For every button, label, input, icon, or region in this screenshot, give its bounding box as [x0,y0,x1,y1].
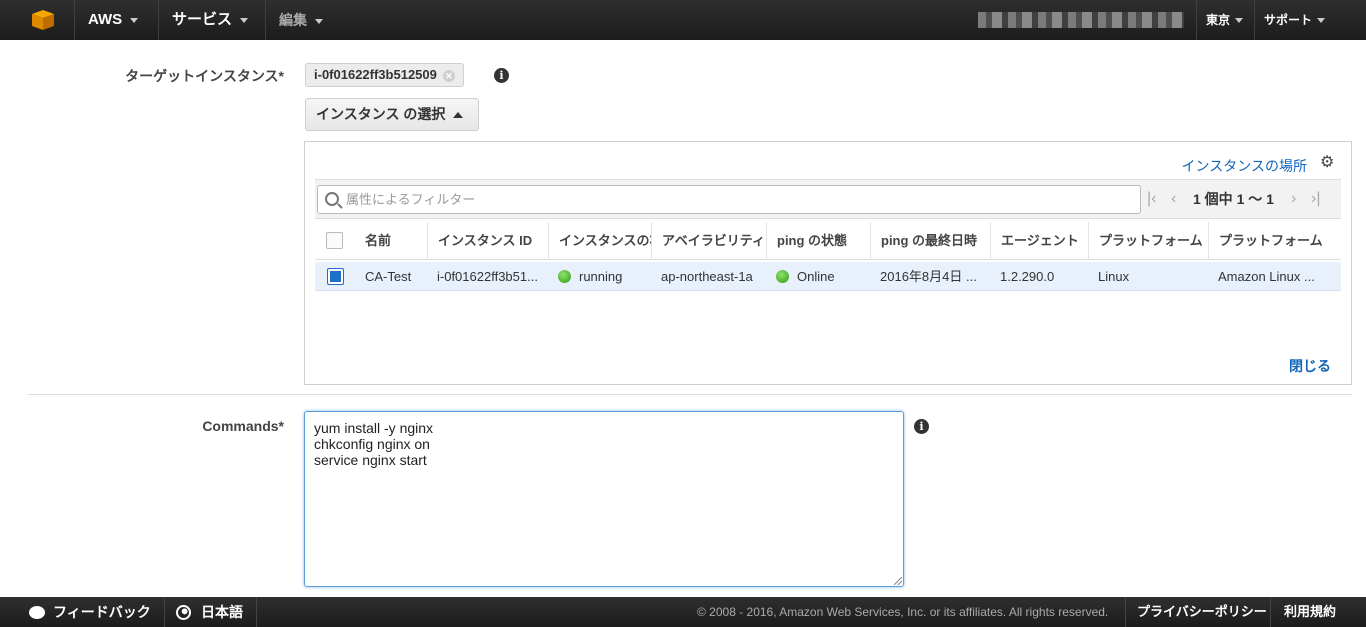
target-instances-label: ターゲットインスタンス* [125,68,284,84]
last-page-icon[interactable]: ›| [1311,189,1320,209]
row-checkbox[interactable] [327,268,344,285]
services-menu-label: サービス [172,11,233,28]
cell-availability-zone: ap-northeast-1a [661,269,753,284]
chevron-down-icon [1235,18,1244,24]
cell-platform-type: Linux [1098,269,1130,284]
terms-of-use-link[interactable]: 利用規約 [1284,597,1336,627]
column-header-ping-status[interactable]: ping の状態 [766,222,870,260]
caret-up-icon [453,112,464,119]
close-panel-link[interactable]: 閉じる [1289,356,1331,376]
cell-ping-status-text: Online [797,269,835,284]
cell-ping-time: 2016年8月4日 ... [880,269,977,284]
filter-toolbar: 属性によるフィルター |‹ ‹ 1 個中 1 〜 1 › ›| [315,179,1341,219]
commands-info-icon[interactable]: i [914,419,929,434]
column-header-instance-state[interactable]: インスタンスの状態 [548,222,651,260]
edit-menu[interactable]: 編集 [279,0,323,40]
footer-bar: フィードバック 日本語 © 2008 - 2016, Amazon Web Se… [0,597,1366,627]
account-name-redacted[interactable] [978,12,1184,28]
aws-menu-label: AWS [88,11,123,28]
column-header-platform-name[interactable]: プラットフォーム [1208,222,1328,260]
target-instance-token[interactable]: i-0f01622ff3b512509 ✕ [305,63,464,87]
commands-label: Commands* [202,418,284,434]
chevron-down-icon [1317,18,1326,24]
cell-name: CA-Test [365,269,412,284]
nav-divider [1254,0,1255,40]
cell-agent-version: 1.2.290.0 [1000,269,1055,284]
feedback-label: フィードバック [53,604,151,620]
filter-input[interactable]: 属性によるフィルター [317,185,1141,214]
instance-location-link[interactable]: インスタンスの場所 [1182,156,1307,176]
cell-instance-state: running [548,262,651,291]
table-header: 名前 インスタンス ID インスタンスの状態 アベイラビリティーゾーン ping… [315,222,1341,260]
footer-divider [256,597,257,627]
footer-divider [1125,597,1126,627]
nav-divider [158,0,159,40]
chevron-down-icon [240,17,249,23]
column-header-name[interactable]: 名前 [355,222,427,260]
chevron-down-icon [315,18,323,24]
target-info-icon[interactable]: i [494,68,509,83]
column-header-ping-time[interactable]: ping の最終日時 [870,222,990,260]
filter-placeholder: 属性によるフィルター [346,192,476,207]
footer-divider [164,597,165,627]
status-green-icon [558,270,571,283]
previous-page-icon[interactable]: ‹ [1171,189,1176,209]
cell-ping-status: Online [766,262,870,291]
region-menu[interactable]: 東京 [1206,0,1244,40]
cell-instance-id: i-0f01622ff3b51... [437,269,538,284]
table-row[interactable]: CA-Test i-0f01622ff3b51... running ap-no… [315,262,1341,291]
column-header-agent[interactable]: エージェント [990,222,1088,260]
next-page-icon[interactable]: › [1291,189,1296,209]
nav-divider [1196,0,1197,40]
footer-divider [1270,597,1271,627]
textarea-resize-handle[interactable] [894,577,902,585]
region-menu-label: 東京 [1206,13,1231,27]
speech-bubble-icon [29,606,45,619]
copyright-text: © 2008 - 2016, Amazon Web Services, Inc.… [697,605,1109,619]
aws-menu[interactable]: AWS [88,0,139,40]
target-instance-token-text: i-0f01622ff3b512509 [314,67,437,82]
pager-status: 1 個中 1 〜 1 [1193,191,1274,207]
cell-instance-state-text: running [579,269,623,284]
globe-icon [176,605,191,620]
column-header-platform-type[interactable]: プラットフォーム [1088,222,1208,260]
nav-divider [265,0,266,40]
privacy-policy-link[interactable]: プライバシーポリシー [1137,597,1267,627]
feedback-button[interactable]: フィードバック [29,597,151,627]
instance-selection-panel: インスタンスの場所 ⚙ 属性によるフィルター |‹ ‹ 1 個中 1 〜 1 ›… [304,141,1352,385]
chevron-down-icon [130,17,139,23]
select-instances-button[interactable]: インスタンス の選択 [305,98,479,131]
first-page-icon[interactable]: |‹ [1147,189,1156,209]
edit-menu-label: 編集 [279,12,307,28]
select-all-checkbox[interactable] [326,232,343,249]
search-icon [325,192,339,206]
language-label: 日本語 [201,604,243,620]
language-selector[interactable]: 日本語 [176,597,243,627]
gear-icon[interactable]: ⚙ [1320,155,1336,171]
top-navigation: AWS サービス 編集 東京 サポート [0,0,1366,40]
commands-textarea[interactable]: yum install -y nginx chkconfig nginx on … [304,411,904,587]
services-menu[interactable]: サービス [172,0,249,40]
status-green-icon [776,270,789,283]
nav-divider [74,0,75,40]
section-divider [28,394,1352,395]
select-instances-label: インスタンス の選択 [316,106,446,122]
column-header-instance-id[interactable]: インスタンス ID [427,222,548,260]
column-header-availability-zone[interactable]: アベイラビリティーゾーン [651,222,766,260]
aws-cube-logo-icon[interactable] [30,9,56,31]
remove-token-icon[interactable]: ✕ [442,69,455,82]
support-menu[interactable]: サポート [1264,0,1326,40]
cell-platform-name: Amazon Linux ... [1218,269,1315,284]
support-menu-label: サポート [1264,13,1313,27]
